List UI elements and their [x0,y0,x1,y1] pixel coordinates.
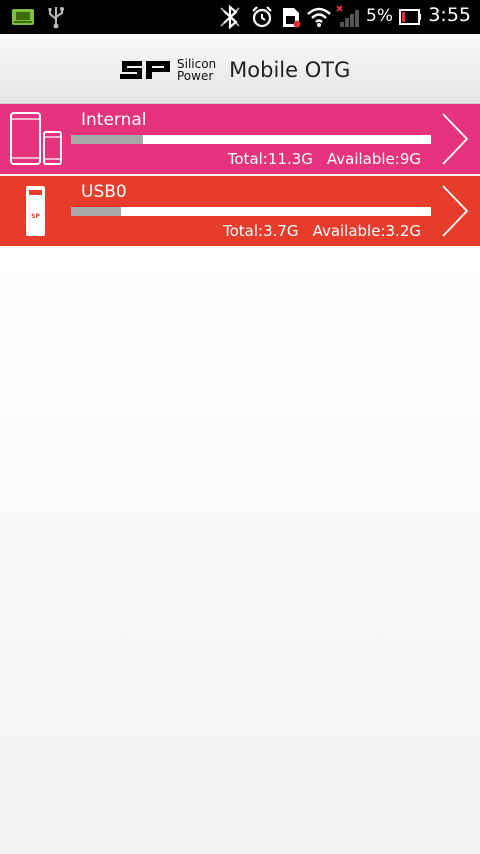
brand-name: Silicon Power [177,58,216,82]
storage-name: USB0 [81,182,127,202]
signal-icon [336,5,359,27]
svg-text:SP: SP [31,213,40,220]
storage-name: Internal [81,110,147,130]
wifi-icon [307,7,331,27]
storage-total: Total:3.7G [222,222,299,240]
storage-stats: Total:11.3G Available:9G [228,150,421,168]
chevron-right-icon[interactable] [440,112,470,166]
usb-drive-icon: SP [26,186,45,236]
usage-bar-fill [71,207,122,216]
alarm-icon [252,6,272,28]
usage-bar-fill [71,135,143,144]
usb-icon [48,7,64,29]
tablet-phone-icon [10,112,62,165]
sd-card-icon [12,9,34,25]
brand-logo: Silicon Power Mobile OTG [118,54,350,86]
chevron-right-icon[interactable] [440,184,470,238]
status-bar: 5% 3:55 [0,0,480,34]
brand-line2: Power [177,69,214,83]
bluetooth-icon [220,5,240,29]
app-header: Silicon Power Mobile OTG [0,34,480,104]
sim-icon [283,8,301,28]
clock: 3:55 [428,4,471,26]
storage-row-usb0[interactable]: SP USB0 Total:3.7G Available:3.2G [0,176,480,246]
usage-bar [71,135,431,144]
app-title: Mobile OTG [229,58,351,82]
battery-icon [399,9,421,25]
silicon-power-logo-icon [120,61,170,79]
storage-stats: Total:3.7G Available:3.2G [223,222,421,240]
storage-available: Available:9G [326,150,421,168]
usage-bar [71,207,431,216]
storage-total: Total:11.3G [227,150,313,168]
storage-available: Available:3.2G [312,222,421,240]
battery-percent: 5% [366,6,393,26]
content-area [0,248,480,854]
storage-row-internal[interactable]: Internal Total:11.3G Available:9G [0,104,480,174]
